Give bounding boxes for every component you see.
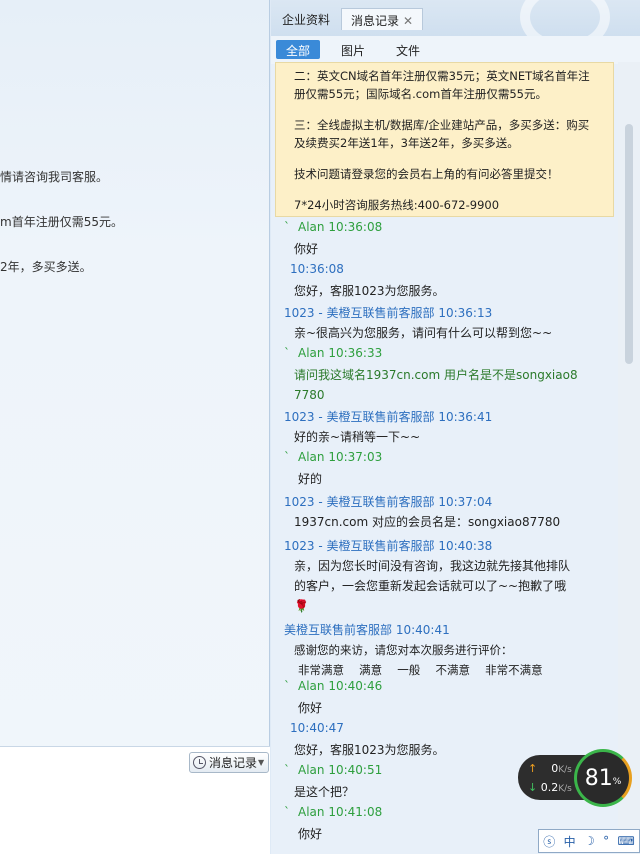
- usage-percent: 81: [584, 765, 613, 791]
- message-header: ` Alan 10:37:03: [284, 450, 382, 464]
- message-header: ` Alan 10:40:51: [284, 763, 382, 777]
- message-sender-time: Alan 10:41:08: [298, 805, 383, 819]
- message-body-line: 好的亲~请稍等一下~~: [294, 430, 421, 444]
- download-speed: 0.2: [540, 781, 559, 794]
- message-header: ` Alan 10:41:08: [284, 805, 382, 819]
- chat-main-pane: 情请咨询我司客服。 m首年注册仅需55元。 2年，多买多送。 消息记录 ▼: [0, 0, 270, 854]
- message-sender-time: Alan 10:36:08: [298, 220, 383, 234]
- message-sender-time: 10:36:08: [290, 262, 344, 276]
- scrollbar[interactable]: [618, 62, 640, 854]
- message-header: 10:40:47: [290, 721, 344, 735]
- message-sender-time: 1023 - 美橙互联售前客服部 10:40:38: [284, 539, 493, 553]
- message-sender-time: 1023 - 美橙互联售前客服部 10:36:13: [284, 306, 493, 320]
- quote-mark: `: [284, 346, 290, 360]
- side-panel: 企业资料 消息记录 ✕ 全部 图片 文件 二：英文CN域名首年注册仅需35元；英文…: [271, 0, 640, 854]
- notice-item: 三：全线虚拟主机/数据库/企业建站产品，多买多送：购买及续费买2年送1年，3年送…: [294, 118, 590, 150]
- message-body-line: 亲，因为您长时间没有咨询，我这边就先接其他排队: [294, 559, 571, 573]
- message-header: 1023 - 美橙互联售前客服部 10:40:38: [284, 537, 492, 554]
- message-sender-time: Alan 10:40:46: [298, 679, 383, 693]
- clock-icon: [193, 756, 206, 769]
- message-body-line: 您好，客服1023为您服务。: [294, 743, 445, 757]
- message-body-line: 请问我这域名1937cn.com 用户名是不是songxiao8: [294, 368, 578, 382]
- message-body-line: 非常满意 满意 一般 不满意 非常不满意: [298, 663, 543, 677]
- message-history-label: 消息记录: [209, 756, 258, 770]
- history-filter-tabs: 全部 图片 文件: [271, 36, 640, 64]
- input-method-toolbar: ⓢ 中 ☽ ° ⌨: [538, 829, 640, 853]
- message-header: ` Alan 10:36:33: [284, 346, 382, 360]
- message-header: 1023 - 美橙互联售前客服部 10:36:13: [284, 304, 492, 321]
- message-sender-time: 美橙互联售前客服部 10:40:41: [284, 623, 450, 637]
- notice-item: 技术问题请登录您的会员右上角的有问必答里提交！: [294, 167, 559, 181]
- filter-all[interactable]: 全部: [276, 40, 321, 59]
- tab-company-info[interactable]: 企业资料: [273, 8, 339, 30]
- filter-files[interactable]: 文件: [386, 40, 430, 59]
- close-icon[interactable]: ✕: [403, 14, 413, 28]
- filter-images[interactable]: 图片: [331, 40, 375, 59]
- message-header: ` Alan 10:36:08: [284, 220, 382, 234]
- message-body-line: 是这个把？: [294, 785, 355, 799]
- quote-mark: `: [284, 220, 290, 234]
- message-sender-time: Alan 10:40:51: [298, 763, 383, 777]
- message-sender-time: 1023 - 美橙互联售前客服部 10:36:41: [284, 410, 493, 424]
- quote-mark: `: [284, 679, 290, 693]
- message-body-line: 您好，客服1023为您服务。: [294, 284, 445, 298]
- message-body-line: 的客户，一会您重新发起会话就可以了~~抱歉了哦: [294, 579, 567, 593]
- notice-box: 二：英文CN域名首年注册仅需35元；英文NET域名首年注册仅需55元；国际域名.…: [275, 62, 614, 217]
- quote-mark: `: [284, 763, 290, 777]
- side-panel-tabs: 企业资料 消息记录 ✕: [271, 0, 640, 52]
- rose-icon: 🌹: [294, 599, 309, 613]
- message-body-line: 感谢您的来访，请您对本次服务进行评价：: [294, 643, 513, 657]
- message-header: 1023 - 美橙互联售前客服部 10:37:04: [284, 493, 492, 510]
- ime-chinese-toggle[interactable]: 中: [564, 833, 576, 850]
- punctuation-icon[interactable]: °: [603, 834, 609, 848]
- chevron-down-icon: ▼: [258, 758, 265, 767]
- download-arrow-icon: ↓: [528, 781, 538, 794]
- message-sender-time: 1023 - 美橙互联售前客服部 10:37:04: [284, 495, 493, 509]
- chat-line: m首年注册仅需55元。: [0, 215, 123, 229]
- message-body-line: 亲~很高兴为您服务，请问有什么可以帮到您~~: [294, 326, 553, 340]
- message-sender-time: Alan 10:36:33: [298, 346, 383, 360]
- message-body-line: 好的: [298, 472, 323, 486]
- memory-usage-gauge[interactable]: 81%: [574, 749, 632, 807]
- message-body-line: 你好: [298, 827, 323, 841]
- message-body-line: 1937cn.com 对应的会员名是：songxiao87780: [294, 515, 561, 529]
- keyboard-icon[interactable]: ⌨: [617, 834, 634, 848]
- notice-item: 二：英文CN域名首年注册仅需35元；英文NET域名首年注册仅需55元；国际域名.…: [294, 69, 590, 101]
- moon-icon[interactable]: ☽: [584, 834, 595, 848]
- chat-line: 2年，多买多送。: [0, 260, 92, 274]
- message-body-line: 7780: [294, 388, 325, 402]
- message-sender-time: 10:40:47: [290, 721, 344, 735]
- message-header: 美橙互联售前客服部 10:40:41: [284, 621, 450, 638]
- message-history-button[interactable]: 消息记录 ▼: [189, 752, 269, 773]
- scrollbar-thumb[interactable]: [625, 124, 633, 364]
- notice-item: 7*24小时咨询服务热线:400-672-9900: [294, 198, 500, 212]
- message-body-line: 你好: [298, 701, 323, 715]
- quote-mark: `: [284, 805, 290, 819]
- message-sender-time: Alan 10:37:03: [298, 450, 383, 464]
- tab-message-history[interactable]: 消息记录 ✕: [341, 8, 424, 30]
- message-body-line: 你好: [294, 242, 319, 256]
- ime-logo-icon[interactable]: ⓢ: [543, 833, 555, 850]
- quote-mark: `: [284, 450, 290, 464]
- message-header: 1023 - 美橙互联售前客服部 10:36:41: [284, 408, 492, 425]
- message-header: ` Alan 10:40:46: [284, 679, 382, 693]
- chat-line: 情请咨询我司客服。: [0, 170, 109, 184]
- upload-arrow-icon: ↑: [528, 762, 538, 775]
- message-header: 10:36:08: [290, 262, 344, 276]
